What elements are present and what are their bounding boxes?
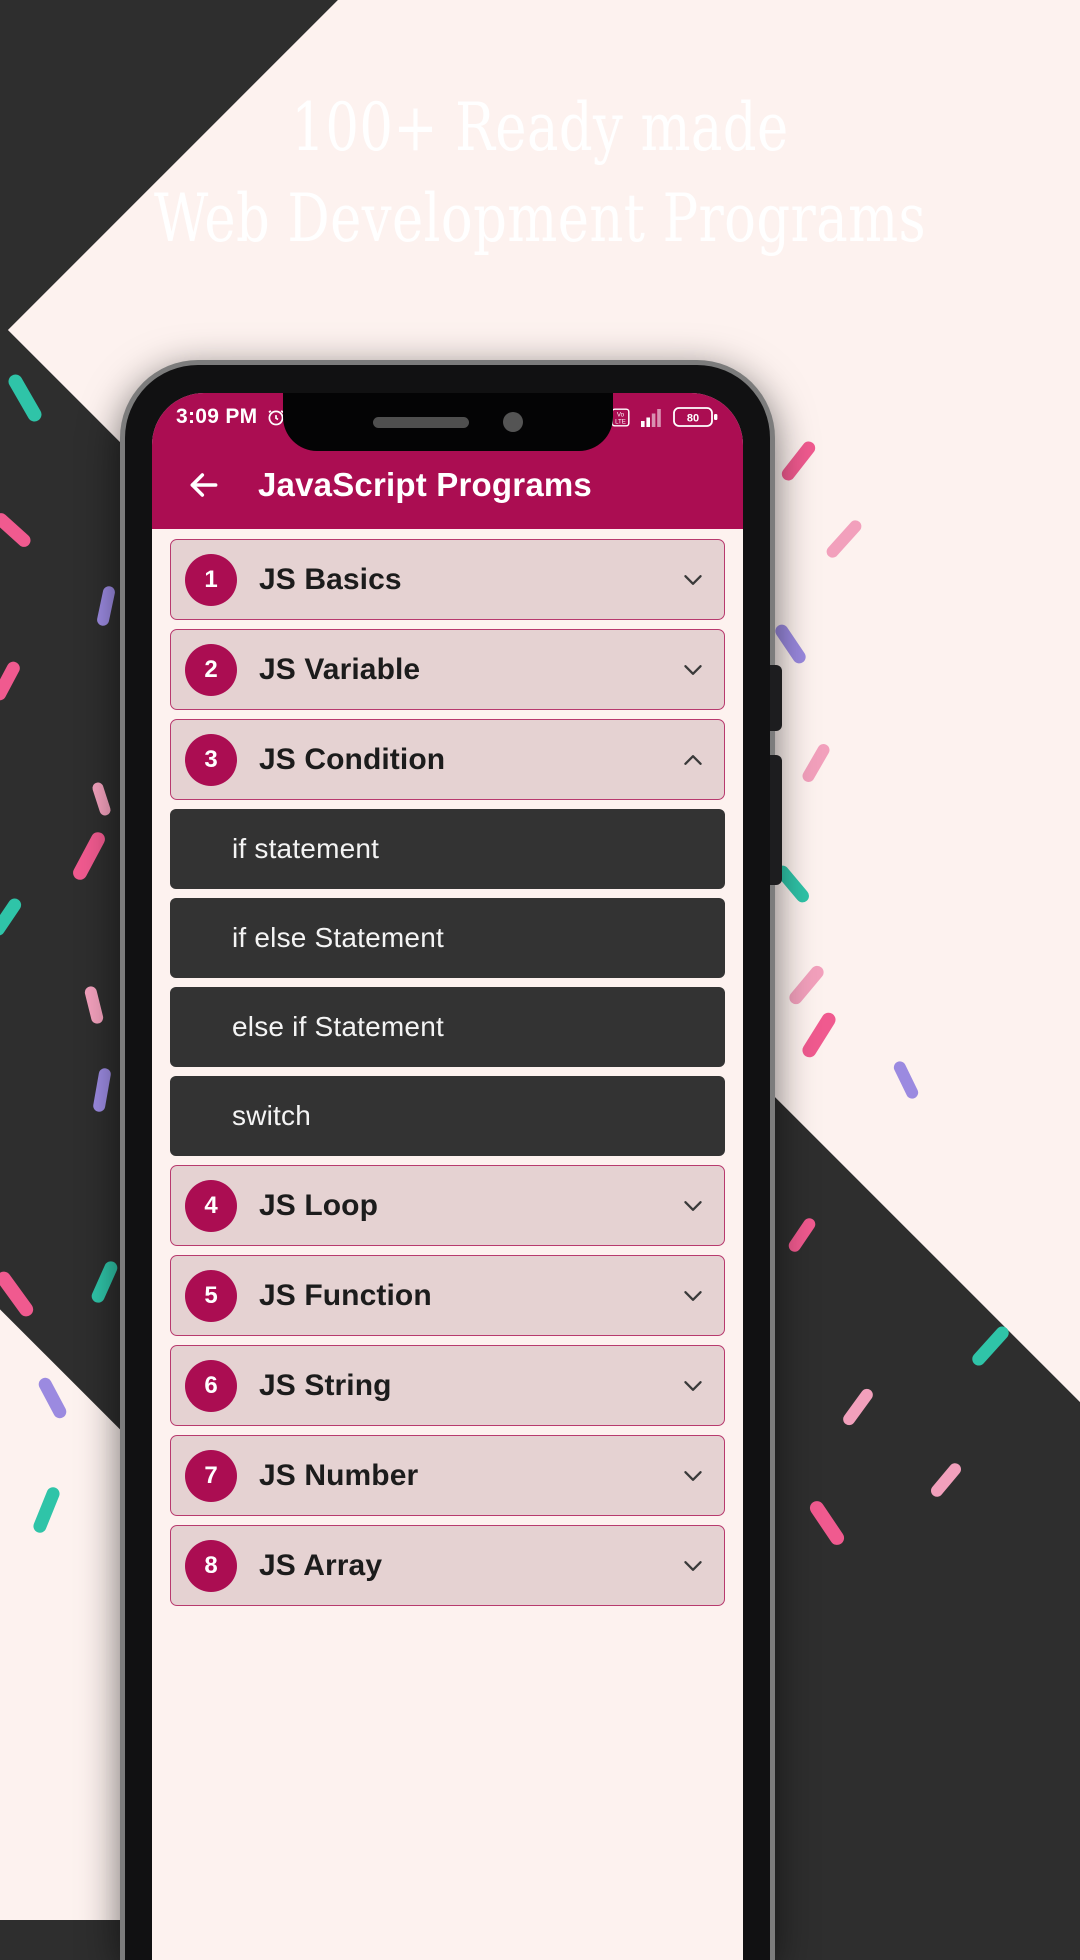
chapter-row[interactable]: 2 JS Variable bbox=[170, 629, 725, 710]
promo-headline: 100+ Ready made Web Development Programs bbox=[108, 82, 972, 264]
confetti-piece bbox=[95, 585, 117, 627]
chevron-down-icon[interactable] bbox=[680, 567, 706, 593]
topic-row[interactable]: else if Statement bbox=[170, 987, 725, 1067]
topic-label: else if Statement bbox=[232, 1011, 444, 1042]
confetti-piece bbox=[83, 985, 105, 1025]
alarm-icon bbox=[265, 406, 287, 428]
chapter-number-badge: 6 bbox=[185, 1359, 237, 1412]
chevron-down-icon[interactable] bbox=[680, 657, 706, 683]
phone-mockup: 3:09 PM Vo LTE 80 JavaScript Programs 1 … bbox=[120, 360, 782, 1960]
confetti-piece bbox=[969, 1323, 1012, 1369]
chevron-down-icon[interactable] bbox=[680, 1283, 706, 1309]
status-bar-left: 3:09 PM bbox=[176, 405, 287, 429]
chevron-down-icon[interactable] bbox=[680, 1193, 706, 1219]
confetti-piece bbox=[840, 1386, 876, 1428]
chapter-label: JS Array bbox=[259, 1548, 383, 1582]
confetti-piece bbox=[928, 1460, 964, 1500]
chapter-number-badge: 2 bbox=[185, 643, 237, 696]
back-arrow-icon[interactable] bbox=[184, 465, 224, 505]
chapter-list: 1 JS Basics 2 JS Variable 3 JS Condition if st… bbox=[152, 529, 743, 1606]
confetti-piece bbox=[0, 510, 34, 550]
battery-icon: 80 bbox=[673, 406, 719, 428]
battery-level: 80 bbox=[687, 413, 699, 425]
confetti-piece bbox=[786, 1215, 818, 1255]
chapter-label: JS Loop bbox=[259, 1188, 379, 1222]
chapter-row[interactable]: 6 JS String bbox=[170, 1345, 725, 1426]
chapter-label: JS Function bbox=[259, 1278, 432, 1312]
promo-line-1: 100+ Ready made bbox=[291, 89, 789, 166]
confetti-piece bbox=[70, 829, 108, 883]
phone-volume-button bbox=[770, 665, 782, 731]
app-bar: JavaScript Programs bbox=[152, 441, 743, 529]
chapter-label: JS Condition bbox=[259, 742, 446, 776]
status-time: 3:09 PM bbox=[176, 405, 258, 428]
chapter-row[interactable]: 8 JS Array bbox=[170, 1525, 725, 1606]
topic-row[interactable]: switch bbox=[170, 1076, 725, 1156]
volte-icon: Vo LTE bbox=[610, 407, 631, 428]
chapter-number-badge: 8 bbox=[185, 1539, 237, 1592]
page-title: JavaScript Programs bbox=[258, 466, 592, 503]
confetti-piece bbox=[5, 371, 45, 425]
status-bar-right: Vo LTE 80 bbox=[610, 406, 719, 428]
chapter-number-badge: 1 bbox=[185, 553, 237, 606]
confetti-piece bbox=[0, 1268, 36, 1320]
confetti-piece bbox=[807, 1498, 847, 1548]
chapter-row[interactable]: 3 JS Condition bbox=[170, 719, 725, 800]
svg-text:Vo: Vo bbox=[617, 411, 625, 418]
topic-label: switch bbox=[232, 1100, 311, 1131]
chapter-row[interactable]: 4 JS Loop bbox=[170, 1165, 725, 1246]
confetti-piece bbox=[92, 1067, 112, 1113]
chapter-number-badge: 5 bbox=[185, 1269, 237, 1322]
chapter-number-badge: 4 bbox=[185, 1179, 237, 1232]
topic-label: if else Statement bbox=[232, 922, 444, 953]
chapter-row[interactable]: 1 JS Basics bbox=[170, 539, 725, 620]
status-bar: 3:09 PM Vo LTE 80 bbox=[152, 393, 743, 441]
chevron-down-icon[interactable] bbox=[680, 1373, 706, 1399]
chapter-label: JS String bbox=[259, 1368, 392, 1402]
confetti-piece bbox=[89, 1259, 120, 1305]
confetti-piece bbox=[91, 781, 112, 817]
chevron-up-icon[interactable] bbox=[680, 747, 706, 773]
chapter-row[interactable]: 5 JS Function bbox=[170, 1255, 725, 1336]
chapter-label: JS Basics bbox=[259, 562, 402, 596]
chapter-number-badge: 7 bbox=[185, 1449, 237, 1502]
topic-label: if statement bbox=[232, 833, 380, 864]
confetti-piece bbox=[0, 659, 23, 703]
topic-row[interactable]: if else Statement bbox=[170, 898, 725, 978]
chapter-number-badge: 3 bbox=[185, 733, 237, 786]
confetti-piece bbox=[0, 895, 24, 939]
svg-text:LTE: LTE bbox=[615, 418, 626, 425]
phone-power-button bbox=[770, 755, 782, 885]
topic-row[interactable]: if statement bbox=[170, 809, 725, 889]
phone-screen: 3:09 PM Vo LTE 80 JavaScript Programs 1 … bbox=[152, 393, 743, 1960]
promo-line-2: Web Development Programs bbox=[153, 180, 927, 258]
signal-bars-icon bbox=[640, 407, 664, 427]
chevron-down-icon[interactable] bbox=[680, 1463, 706, 1489]
chapter-label: JS Number bbox=[259, 1458, 419, 1492]
chapter-label: JS Variable bbox=[259, 652, 421, 686]
chapter-row[interactable]: 7 JS Number bbox=[170, 1435, 725, 1516]
chevron-down-icon[interactable] bbox=[680, 1553, 706, 1579]
